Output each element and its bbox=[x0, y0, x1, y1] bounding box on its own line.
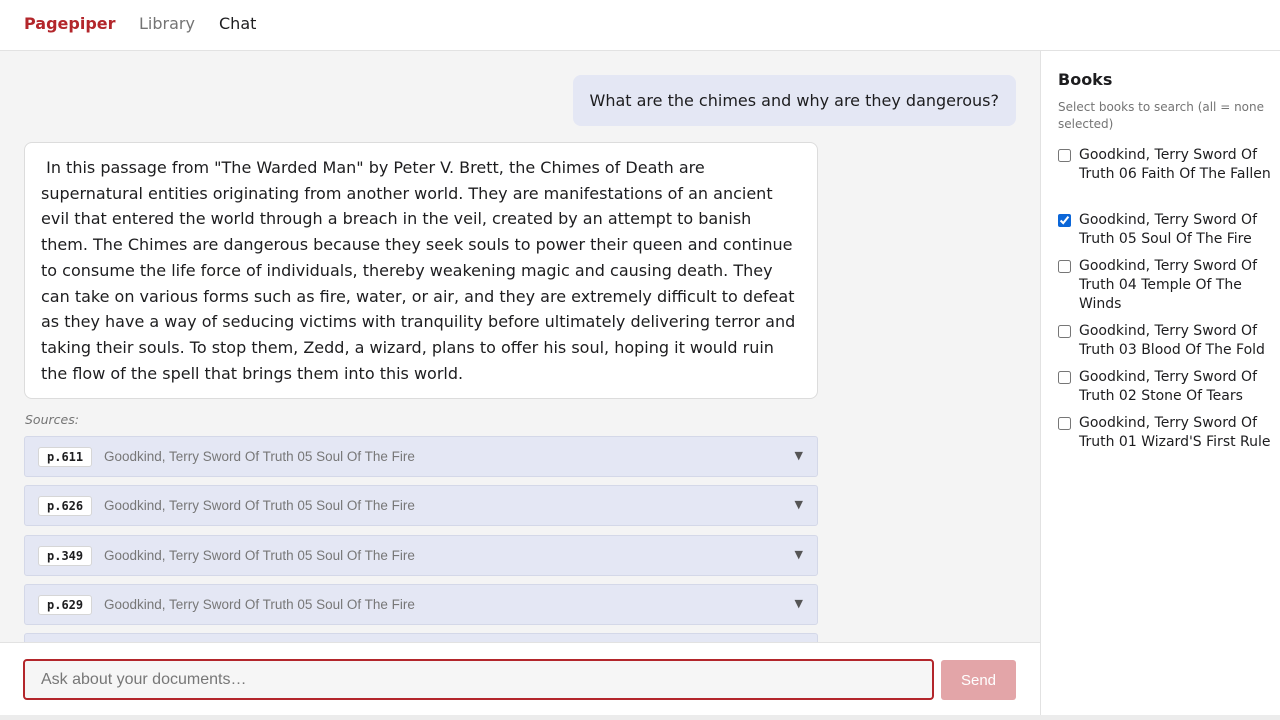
assistant-answer: In this passage from "The Warded Man" by… bbox=[24, 142, 818, 399]
chat-panel: What are the chimes and why are they dan… bbox=[0, 51, 1040, 642]
book-option[interactable]: Goodkind, Terry Sword Of Truth 06 Faith … bbox=[1058, 146, 1273, 184]
source-item[interactable]: p.626 Goodkind, Terry Sword Of Truth 05 … bbox=[24, 485, 818, 526]
book-label: Goodkind, Terry Sword Of Truth 06 Faith … bbox=[1079, 147, 1271, 182]
source-item[interactable]: p.349 Goodkind, Terry Sword Of Truth 05 … bbox=[24, 535, 818, 576]
page-badge: p.611 bbox=[38, 447, 93, 467]
book-option[interactable]: Goodkind, Terry Sword Of Truth 04 Temple… bbox=[1058, 257, 1273, 314]
book-option[interactable]: Goodkind, Terry Sword Of Truth 01 Wizard… bbox=[1058, 414, 1273, 452]
send-button[interactable]: Send bbox=[941, 660, 1016, 700]
brand-logo-link[interactable]: Pagepiper bbox=[24, 14, 116, 33]
book-checkbox[interactable] bbox=[1058, 149, 1071, 162]
sidebar-title: Books bbox=[1058, 70, 1113, 89]
book-checkbox[interactable] bbox=[1058, 214, 1071, 227]
user-message: What are the chimes and why are they dan… bbox=[572, 75, 1016, 126]
page-badge: p.626 bbox=[38, 496, 93, 516]
chevron-down-icon[interactable]: ▼ bbox=[795, 449, 803, 462]
source-item-partial[interactable] bbox=[24, 633, 818, 642]
nav-library-link[interactable]: Library bbox=[139, 14, 195, 33]
chevron-down-icon[interactable]: ▼ bbox=[795, 597, 803, 610]
book-label: Goodkind, Terry Sword Of Truth 02 Stone … bbox=[1079, 369, 1258, 404]
page-badge: p.349 bbox=[38, 546, 93, 566]
book-label: Goodkind, Terry Sword Of Truth 01 Wizard… bbox=[1079, 415, 1271, 450]
book-label: Goodkind, Terry Sword Of Truth 03 Blood … bbox=[1079, 323, 1265, 358]
source-title: Goodkind, Terry Sword Of Truth 05 Soul O… bbox=[104, 597, 415, 612]
book-option[interactable]: Goodkind, Terry Sword Of Truth 05 Soul O… bbox=[1058, 211, 1273, 249]
source-title: Goodkind, Terry Sword Of Truth 05 Soul O… bbox=[104, 498, 415, 513]
window-bottom-edge bbox=[0, 715, 1280, 720]
chat-input[interactable] bbox=[23, 659, 934, 700]
chat-input-bar: Send bbox=[0, 642, 1040, 720]
chevron-down-icon[interactable]: ▼ bbox=[795, 498, 803, 511]
source-item[interactable]: p.629 Goodkind, Terry Sword Of Truth 05 … bbox=[24, 584, 818, 625]
book-checkbox[interactable] bbox=[1058, 260, 1071, 273]
source-title: Goodkind, Terry Sword Of Truth 05 Soul O… bbox=[104, 548, 415, 563]
book-label: Goodkind, Terry Sword Of Truth 05 Soul O… bbox=[1079, 212, 1258, 247]
book-option[interactable]: Goodkind, Terry Sword Of Truth 02 Stone … bbox=[1058, 368, 1273, 406]
book-option[interactable]: Goodkind, Terry Sword Of Truth 03 Blood … bbox=[1058, 322, 1273, 360]
chevron-down-icon[interactable]: ▼ bbox=[795, 548, 803, 561]
book-label: Goodkind, Terry Sword Of Truth 04 Temple… bbox=[1079, 258, 1258, 312]
nav-chat-link[interactable]: Chat bbox=[219, 14, 256, 33]
source-title: Goodkind, Terry Sword Of Truth 05 Soul O… bbox=[104, 449, 415, 464]
page-badge: p.629 bbox=[38, 595, 93, 615]
books-sidebar: Books Select books to search (all = none… bbox=[1040, 51, 1280, 715]
sidebar-hint: Select books to search (all = none selec… bbox=[1058, 100, 1265, 131]
source-item[interactable]: p.611 Goodkind, Terry Sword Of Truth 05 … bbox=[24, 436, 818, 477]
book-checkbox[interactable] bbox=[1058, 371, 1071, 384]
sources-label: Sources: bbox=[25, 412, 79, 427]
top-nav: Pagepiper Library Chat bbox=[0, 0, 1280, 51]
book-checkbox[interactable] bbox=[1058, 325, 1071, 338]
book-checkbox[interactable] bbox=[1058, 417, 1071, 430]
